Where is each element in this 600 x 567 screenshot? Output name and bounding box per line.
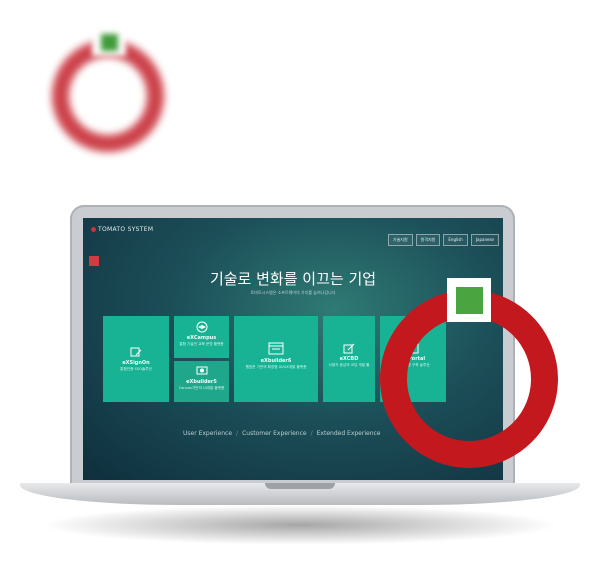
tile-exsignon[interactable]: eXSignOn 통합인증 SSO솔루션	[103, 316, 169, 402]
window-icon	[268, 342, 284, 355]
tile-name: eXbuilder5	[186, 379, 217, 385]
tile-exbuilder6[interactable]: eXbuilder6 웹표준 기반의 확장형 UI/UX개발 플랫폼	[234, 316, 318, 402]
tile-name: eXCampus	[186, 335, 217, 341]
power-icon-square	[456, 287, 483, 314]
tile-name: eXCBD	[339, 356, 359, 362]
nav-tech-support[interactable]: 기술지원	[387, 234, 413, 246]
power-icon-blurred-square	[101, 34, 118, 51]
graduation-cap-icon	[196, 321, 207, 333]
nav-english[interactable]: English	[443, 234, 468, 246]
tile-name: eXSignOn	[122, 360, 150, 366]
nav-japanese[interactable]: Japanese	[470, 234, 499, 246]
tile-exbuilder5[interactable]: eXbuilder5 Canvas기반의 UI개발 플랫폼	[174, 361, 229, 402]
tile-desc: 통합인증 SSO솔루션	[120, 367, 152, 371]
nav-remote-support[interactable]: 원격지원	[415, 234, 441, 246]
monitor-icon	[196, 366, 207, 375]
top-nav: 기술지원 원격지원 English Japanese	[387, 234, 499, 246]
tile-excbd[interactable]: eXCBD 사용자 중심의 코딩 개발 툴	[323, 316, 375, 402]
laptop-shadow	[40, 505, 560, 545]
tile-name: eXbuilder6	[260, 358, 292, 364]
tile-excampus[interactable]: eXCampus 통합 기술인 교육 운영 플랫폼	[174, 316, 229, 358]
pencil-icon	[343, 343, 355, 354]
tomato-logo-icon	[91, 226, 96, 232]
tagline-user: User Experience	[183, 430, 233, 437]
laptop-notch	[265, 483, 335, 489]
tile-desc: Canvas기반의 UI개발 플랫폼	[178, 386, 225, 390]
tile-desc: 통합 기술인 교육 운영 플랫폼	[179, 342, 224, 346]
signon-icon	[130, 347, 142, 357]
brand-name: TOMATO SYSTEM	[98, 225, 154, 233]
tagline-separator: /	[310, 430, 313, 437]
tile-desc: 웹표준 기반의 확장형 UI/UX개발 플랫폼	[245, 365, 307, 369]
hero-headline: 기술로 변화를 이끄는 기업	[209, 270, 377, 288]
power-icon-blurred	[52, 40, 164, 152]
tile-desc: 사용자 중심의 코딩 개발 툴	[328, 363, 370, 367]
tagline-extended: Extended Experience	[316, 430, 381, 437]
site-logo[interactable]: TOMATO SYSTEM	[91, 226, 153, 233]
tagline-customer: Customer Experience	[242, 430, 307, 437]
side-menu-icon[interactable]	[89, 256, 99, 266]
experience-tagline: User Experience / Customer Experience / …	[183, 430, 381, 437]
tagline-separator: /	[236, 430, 239, 437]
